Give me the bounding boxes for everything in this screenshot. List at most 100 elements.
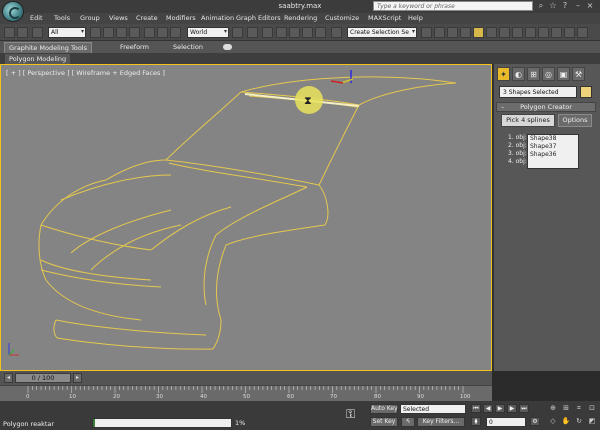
zoom-icon[interactable]: ⊕ — [548, 403, 558, 413]
auto-key-button[interactable]: Auto Key — [370, 404, 398, 414]
render-production-icon[interactable] — [538, 27, 549, 38]
tab-selection[interactable]: Selection — [169, 42, 207, 53]
time-slider-thumb[interactable]: 0 / 100 — [15, 373, 71, 383]
pan-icon[interactable]: ✋ — [561, 416, 571, 426]
play-icon[interactable]: ▶ — [495, 404, 505, 413]
menu-group[interactable]: Group — [80, 14, 100, 22]
set-key-button[interactable]: Set Key — [370, 417, 398, 427]
search-input[interactable]: Type a keyword or phrase — [373, 1, 533, 11]
close-icon[interactable]: × — [585, 1, 595, 11]
snap-toggle-icon[interactable] — [276, 27, 287, 38]
key-mode-toggle-icon[interactable]: ⧫ — [471, 417, 481, 426]
binoculars-icon[interactable]: ⌕ — [536, 1, 546, 11]
menu-modifiers[interactable]: Modifiers — [166, 14, 196, 22]
time-slider[interactable]: ◂ 0 / 100 ▸ — [0, 371, 492, 385]
activeshade-icon[interactable] — [564, 27, 575, 38]
default-tangent-icon[interactable]: ᔦ — [401, 417, 415, 427]
curve-editor-icon[interactable] — [473, 27, 484, 38]
fov-icon[interactable]: ◇ — [548, 416, 558, 426]
link-icon[interactable] — [32, 27, 43, 38]
menu-help[interactable]: Help — [408, 14, 423, 22]
menu-views[interactable]: Views — [109, 14, 128, 22]
motion-tab-icon[interactable]: ◎ — [542, 67, 555, 81]
perspective-viewport[interactable]: [ + ] [ Perspective ] [ Wireframe + Edge… — [0, 64, 492, 371]
maximize-viewport-icon[interactable]: ◩ — [587, 416, 597, 426]
redo-icon[interactable] — [17, 27, 28, 38]
move-icon[interactable] — [144, 27, 155, 38]
keyboard-shortcut-icon[interactable] — [262, 27, 273, 38]
list-item[interactable]: Shape37 — [528, 143, 578, 151]
modify-tab-icon[interactable]: ◐ — [512, 67, 525, 81]
menu-graph-editors[interactable]: Graph Editors — [236, 14, 281, 22]
prev-key-icon[interactable]: ◀ — [483, 404, 493, 413]
next-frame-icon[interactable]: ▸ — [73, 373, 82, 383]
create-tab-icon[interactable]: ✦ — [497, 67, 510, 81]
window-crossing-icon[interactable] — [129, 27, 140, 38]
rendered-frame-icon[interactable] — [525, 27, 536, 38]
menu-tools[interactable]: Tools — [54, 14, 70, 22]
spinner-snap-icon[interactable] — [315, 27, 326, 38]
zoom-extents-icon[interactable]: ⌗ — [574, 403, 584, 413]
key-icon[interactable]: ⚿ — [346, 407, 362, 423]
selection-filter-select[interactable]: All — [48, 27, 86, 38]
prev-frame-icon[interactable]: ◂ — [4, 373, 13, 383]
rect-selection-icon[interactable] — [116, 27, 127, 38]
current-frame-field[interactable]: 0 — [486, 417, 526, 427]
picked-objects-list[interactable]: Shape38 Shape37 Shape36 — [527, 134, 579, 169]
material-editor-icon[interactable] — [499, 27, 510, 38]
scale-icon[interactable] — [170, 27, 181, 38]
render-teapot-icon[interactable] — [577, 27, 588, 38]
tab-polygon-modeling[interactable]: Polygon Modeling — [5, 54, 71, 64]
key-filters-button[interactable]: Key Filters... — [417, 417, 465, 427]
pivot-center-icon[interactable] — [232, 27, 243, 38]
render-setup-icon[interactable] — [512, 27, 523, 38]
time-config-icon[interactable]: ⚙ — [530, 417, 540, 426]
graphite-toggle-icon[interactable] — [460, 27, 471, 38]
key-mode-select[interactable]: Selected — [400, 404, 466, 414]
select-by-name-icon[interactable] — [103, 27, 114, 38]
tab-freeform[interactable]: Freeform — [116, 42, 153, 53]
mirror-icon[interactable] — [421, 27, 432, 38]
align-icon[interactable] — [434, 27, 445, 38]
tab-graphite-modeling-tools[interactable]: Graphite Modeling Tools — [4, 42, 93, 53]
named-selection-set-select[interactable]: Create Selection Se — [347, 27, 417, 38]
rotate-icon[interactable] — [157, 27, 168, 38]
app-logo-icon[interactable] — [2, 1, 24, 22]
ribbon-minimize-icon[interactable] — [223, 44, 232, 50]
select-object-icon[interactable] — [90, 27, 101, 38]
goto-end-icon[interactable]: ⏭ — [519, 404, 529, 413]
menu-maxscript[interactable]: MAXScript — [368, 14, 401, 22]
utilities-tab-icon[interactable]: ⚒ — [572, 67, 585, 81]
orbit-icon[interactable]: ↻ — [574, 416, 584, 426]
options-button[interactable]: Options — [558, 114, 592, 127]
selection-name-field[interactable]: 3 Shapes Selected — [499, 86, 577, 98]
menu-rendering[interactable]: Rendering — [284, 14, 317, 22]
zoom-extents-all-icon[interactable]: ⊡ — [587, 403, 597, 413]
trackbar[interactable]: 0 10 20 30 40 50 60 70 80 90 100 — [0, 385, 492, 401]
undo-icon[interactable] — [4, 27, 15, 38]
help-icon[interactable]: ? — [560, 1, 570, 11]
list-item[interactable]: Shape36 — [528, 151, 578, 159]
menu-create[interactable]: Create — [136, 14, 158, 22]
reference-coord-select[interactable]: World — [187, 27, 229, 38]
rollout-polygon-creator[interactable]: – Polygon Creator — [496, 102, 596, 112]
list-item[interactable]: Shape38 — [528, 135, 578, 143]
schematic-view-icon[interactable] — [486, 27, 497, 38]
menu-animation[interactable]: Animation — [201, 14, 234, 22]
goto-start-icon[interactable]: ⏮ — [471, 404, 481, 413]
edit-named-sets-icon[interactable] — [331, 27, 342, 38]
display-tab-icon[interactable]: ▣ — [557, 67, 570, 81]
hierarchy-tab-icon[interactable]: ⊞ — [527, 67, 540, 81]
next-key-icon[interactable]: ▶ — [507, 404, 517, 413]
angle-snap-icon[interactable] — [289, 27, 300, 38]
pick-splines-button[interactable]: Pick 4 splines — [501, 114, 555, 127]
star-icon[interactable]: ☆ — [548, 1, 558, 11]
menu-customize[interactable]: Customize — [325, 14, 359, 22]
list-item[interactable] — [528, 159, 578, 167]
minimize-icon[interactable]: – — [573, 1, 583, 11]
zoom-all-icon[interactable]: ⊞ — [561, 403, 571, 413]
select-manipulate-icon[interactable] — [247, 27, 258, 38]
layer-manager-icon[interactable] — [447, 27, 458, 38]
menu-edit[interactable]: Edit — [30, 14, 43, 22]
render-iterative-icon[interactable] — [551, 27, 562, 38]
